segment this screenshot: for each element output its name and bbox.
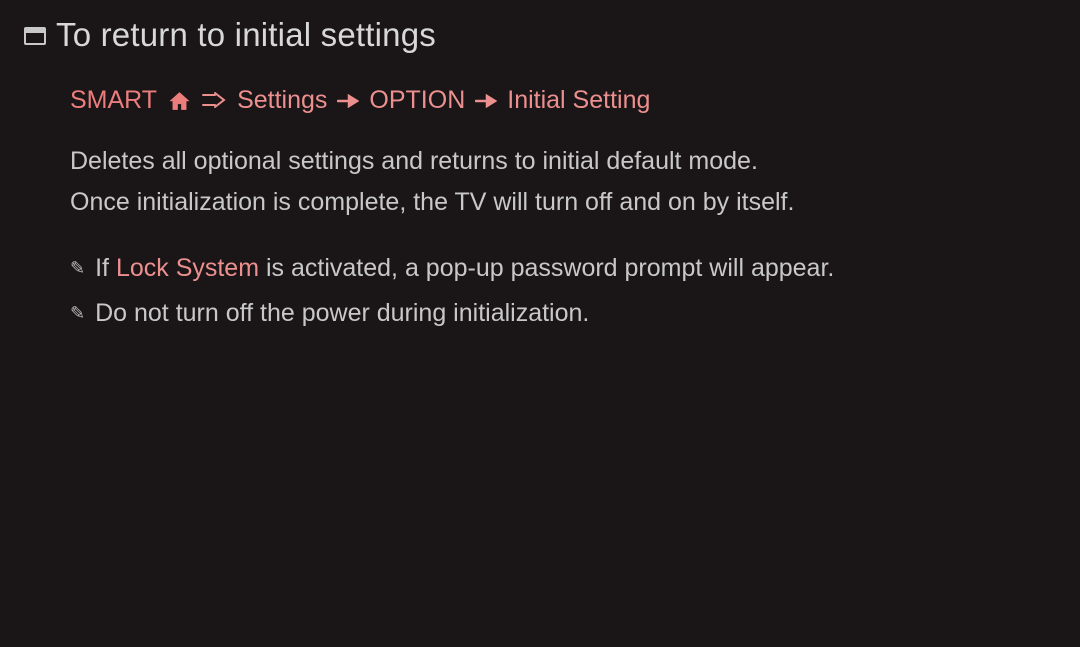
notes-list: ✎ If Lock System is activated, a pop-up … <box>70 254 1056 328</box>
note1-prefix: If <box>95 254 116 282</box>
note-item: ✎ If Lock System is activated, a pop-up … <box>70 254 1056 283</box>
lock-system-text: Lock System <box>116 254 259 282</box>
arrow-right-icon <box>475 87 497 115</box>
breadcrumb-initial-setting: Initial Setting <box>507 86 650 115</box>
note-bullet-icon: ✎ <box>70 258 85 279</box>
note-text: If Lock System is activated, a pop-up pa… <box>95 254 834 283</box>
note-bullet-icon: ✎ <box>70 303 85 324</box>
arrow-right-icon <box>337 87 359 115</box>
page-title: To return to initial settings <box>56 16 436 54</box>
breadcrumb-settings: Settings <box>237 86 327 115</box>
description-line1: Deletes all optional settings and return… <box>70 141 1056 182</box>
arrow-right-open-icon <box>201 87 227 115</box>
note-text: Do not turn off the power during initial… <box>95 299 589 328</box>
help-page-container: To return to initial settings SMART Sett… <box>0 0 1080 360</box>
breadcrumb-option: OPTION <box>369 86 465 115</box>
title-row: To return to initial settings <box>24 16 1056 54</box>
note1-suffix: is activated, a pop-up password prompt w… <box>259 254 834 282</box>
window-icon <box>24 27 46 45</box>
home-icon <box>168 90 191 112</box>
description-text: Deletes all optional settings and return… <box>70 141 1056 224</box>
description-line2: Once initialization is complete, the TV … <box>70 182 1056 223</box>
note-item: ✎ Do not turn off the power during initi… <box>70 299 1056 328</box>
breadcrumb: SMART Settings OPTION Initial Setting <box>70 86 1056 115</box>
breadcrumb-smart: SMART <box>70 86 157 115</box>
